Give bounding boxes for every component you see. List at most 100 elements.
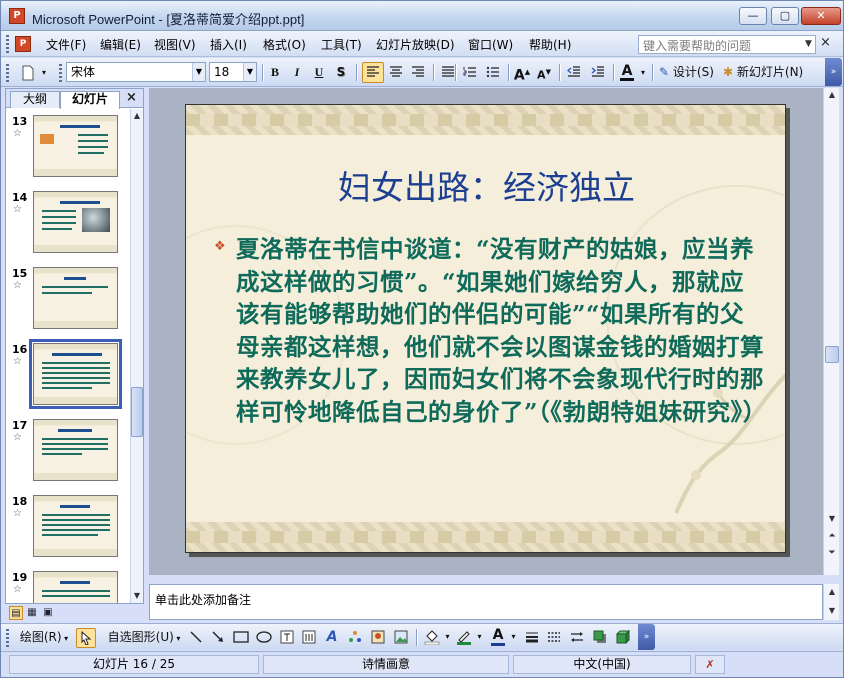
new-slide-button[interactable]: ✱ 新幻灯片(N): [720, 62, 812, 83]
slide-thumbnail-13[interactable]: 13 ☆: [6, 109, 130, 181]
font-name-select[interactable]: 宋体 ▼: [66, 62, 206, 82]
slide-thumbnail-16[interactable]: 16 ☆: [6, 337, 130, 409]
wordart-icon[interactable]: A: [323, 628, 341, 648]
notes-scrollbar[interactable]: ▲ ▼: [823, 584, 839, 620]
draw-menu-button[interactable]: 绘图(R) ▾: [15, 628, 73, 648]
normal-view-icon[interactable]: ▤: [9, 606, 23, 620]
new-document-icon[interactable]: [17, 62, 39, 83]
text-box-icon[interactable]: [278, 628, 296, 648]
font-color-icon[interactable]: A: [616, 62, 638, 83]
fill-color-icon[interactable]: [421, 628, 443, 648]
scroll-up-arrow-icon[interactable]: ▲: [825, 88, 839, 102]
align-center-icon[interactable]: [385, 62, 407, 83]
scroll-down-arrow-icon[interactable]: ▼: [825, 604, 839, 618]
design-button[interactable]: ✎ 设计(S): [656, 62, 718, 83]
menu-edit[interactable]: 编辑(E): [100, 36, 141, 53]
slide-sorter-view-icon[interactable]: ▦: [25, 606, 39, 620]
drawing-grip-handle[interactable]: [6, 629, 9, 647]
slide-preview[interactable]: [33, 495, 118, 557]
menu-insert[interactable]: 插入(I): [210, 36, 247, 53]
spelling-check-icon[interactable]: ✗: [695, 655, 725, 674]
slide-thumbnail-15[interactable]: 15 ☆: [6, 261, 130, 333]
3d-style-icon[interactable]: [614, 628, 632, 648]
slide-title[interactable]: 妇女出路：经济独立: [186, 161, 785, 209]
decrease-font-size-button[interactable]: A▼: [534, 62, 554, 83]
font-size-select[interactable]: 18 ▼: [209, 62, 257, 82]
slide-preview[interactable]: [33, 267, 118, 329]
pane-close-icon[interactable]: ×: [126, 90, 137, 105]
line-color-icon[interactable]: [453, 628, 475, 648]
document-close-icon[interactable]: ×: [820, 35, 831, 50]
toolbar-grip-handle[interactable]: [6, 64, 9, 82]
arrow-tool-icon[interactable]: [209, 628, 227, 648]
scroll-up-arrow-icon[interactable]: ▲: [825, 585, 839, 599]
drawing-overflow-chevron-icon[interactable]: »: [638, 624, 655, 650]
notes-pane[interactable]: 单击此处添加备注: [149, 584, 823, 620]
thumbnail-scrollbar[interactable]: ▲ ▼: [130, 109, 143, 603]
slide-thumbnail-14[interactable]: 14 ☆: [6, 185, 130, 257]
maximize-button[interactable]: ▢: [771, 7, 799, 25]
line-style-icon[interactable]: [523, 628, 541, 648]
slide-preview[interactable]: [33, 419, 118, 481]
line-color-dropdown-icon[interactable]: ▾: [475, 628, 484, 648]
menu-file[interactable]: 文件(F): [46, 36, 86, 53]
increase-font-size-button[interactable]: A▲: [512, 62, 532, 84]
next-slide-icon[interactable]: ⏷: [825, 546, 839, 560]
font-color-draw-dropdown-icon[interactable]: ▾: [509, 628, 518, 648]
fill-color-dropdown-icon[interactable]: ▾: [443, 628, 452, 648]
line-tool-icon[interactable]: [187, 628, 205, 648]
slideshow-view-icon[interactable]: ▣: [41, 606, 55, 620]
bold-button[interactable]: B: [265, 62, 285, 83]
menu-tools[interactable]: 工具(T): [321, 36, 362, 53]
document-icon[interactable]: P: [15, 36, 31, 52]
shadow-style-icon[interactable]: [591, 628, 609, 648]
help-search-input[interactable]: 键入需要帮助的问题 ▼: [638, 35, 816, 54]
close-button[interactable]: ✕: [801, 7, 841, 25]
oval-tool-icon[interactable]: [255, 628, 273, 648]
arrow-style-icon[interactable]: [568, 628, 586, 648]
slide-body-text[interactable]: 夏洛蒂在书信中谈道：“没有财产的姑娘，应当养成这样做的习惯”。“如果她们嫁给穷人…: [236, 233, 766, 428]
menu-help[interactable]: 帮助(H): [529, 36, 571, 53]
slide-thumbnail-18[interactable]: 18 ☆: [6, 489, 130, 561]
increase-indent-icon[interactable]: [587, 62, 609, 83]
underline-button[interactable]: U: [309, 62, 329, 83]
help-dropdown-icon[interactable]: ▼: [802, 36, 815, 53]
select-pointer-icon[interactable]: [76, 628, 96, 648]
tab-slides[interactable]: 幻灯片: [60, 91, 120, 109]
font-color-draw-icon[interactable]: A: [487, 628, 509, 648]
autoshapes-menu-button[interactable]: 自选图形(U) ▾: [105, 628, 183, 648]
toolbar-overflow-chevron-icon[interactable]: »: [825, 58, 842, 86]
clip-art-icon[interactable]: [369, 628, 387, 648]
slide-preview-selected[interactable]: [29, 339, 122, 409]
rectangle-tool-icon[interactable]: [232, 628, 250, 648]
tab-outline[interactable]: 大纲: [10, 91, 60, 108]
menu-view[interactable]: 视图(V): [154, 36, 196, 53]
slide-thumbnail-17[interactable]: 17 ☆: [6, 413, 130, 485]
insert-picture-icon[interactable]: [392, 628, 410, 648]
slide-preview[interactable]: [33, 115, 118, 177]
minimize-button[interactable]: —: [739, 7, 767, 25]
new-document-dropdown-icon[interactable]: ▾: [39, 62, 49, 83]
previous-slide-icon[interactable]: ⏶: [825, 529, 839, 543]
decrease-indent-icon[interactable]: [563, 62, 585, 83]
menu-slideshow[interactable]: 幻灯片放映(D): [376, 36, 455, 53]
slide-thumbnail-19[interactable]: 19 ☆: [6, 565, 130, 603]
text-shadow-button[interactable]: S: [331, 62, 351, 83]
align-right-icon[interactable]: [407, 62, 429, 83]
vertical-text-box-icon[interactable]: [300, 628, 318, 648]
slide-vertical-scrollbar[interactable]: ▲ ▼ ⏶ ⏷: [823, 88, 839, 575]
menu-grip-handle[interactable]: [6, 35, 9, 53]
align-left-icon[interactable]: [362, 62, 384, 83]
bullet-list-icon[interactable]: [482, 62, 504, 83]
dash-style-icon[interactable]: [545, 628, 563, 648]
scroll-down-arrow-icon[interactable]: ▼: [131, 589, 143, 603]
numbered-list-icon[interactable]: [459, 62, 481, 83]
thumbnail-scroll-thumb[interactable]: [131, 387, 143, 437]
slide-scroll-thumb[interactable]: [825, 346, 839, 363]
powerpoint-app-icon[interactable]: P: [9, 8, 25, 24]
current-slide[interactable]: 妇女出路：经济独立 ❖ 夏洛蒂在书信中谈道：“没有财产的姑娘，应当养成这样做的习…: [185, 104, 786, 553]
italic-button[interactable]: I: [287, 62, 307, 83]
scroll-up-arrow-icon[interactable]: ▲: [131, 109, 143, 123]
menu-format[interactable]: 格式(O): [263, 36, 306, 53]
scroll-down-arrow-icon[interactable]: ▼: [825, 512, 839, 526]
